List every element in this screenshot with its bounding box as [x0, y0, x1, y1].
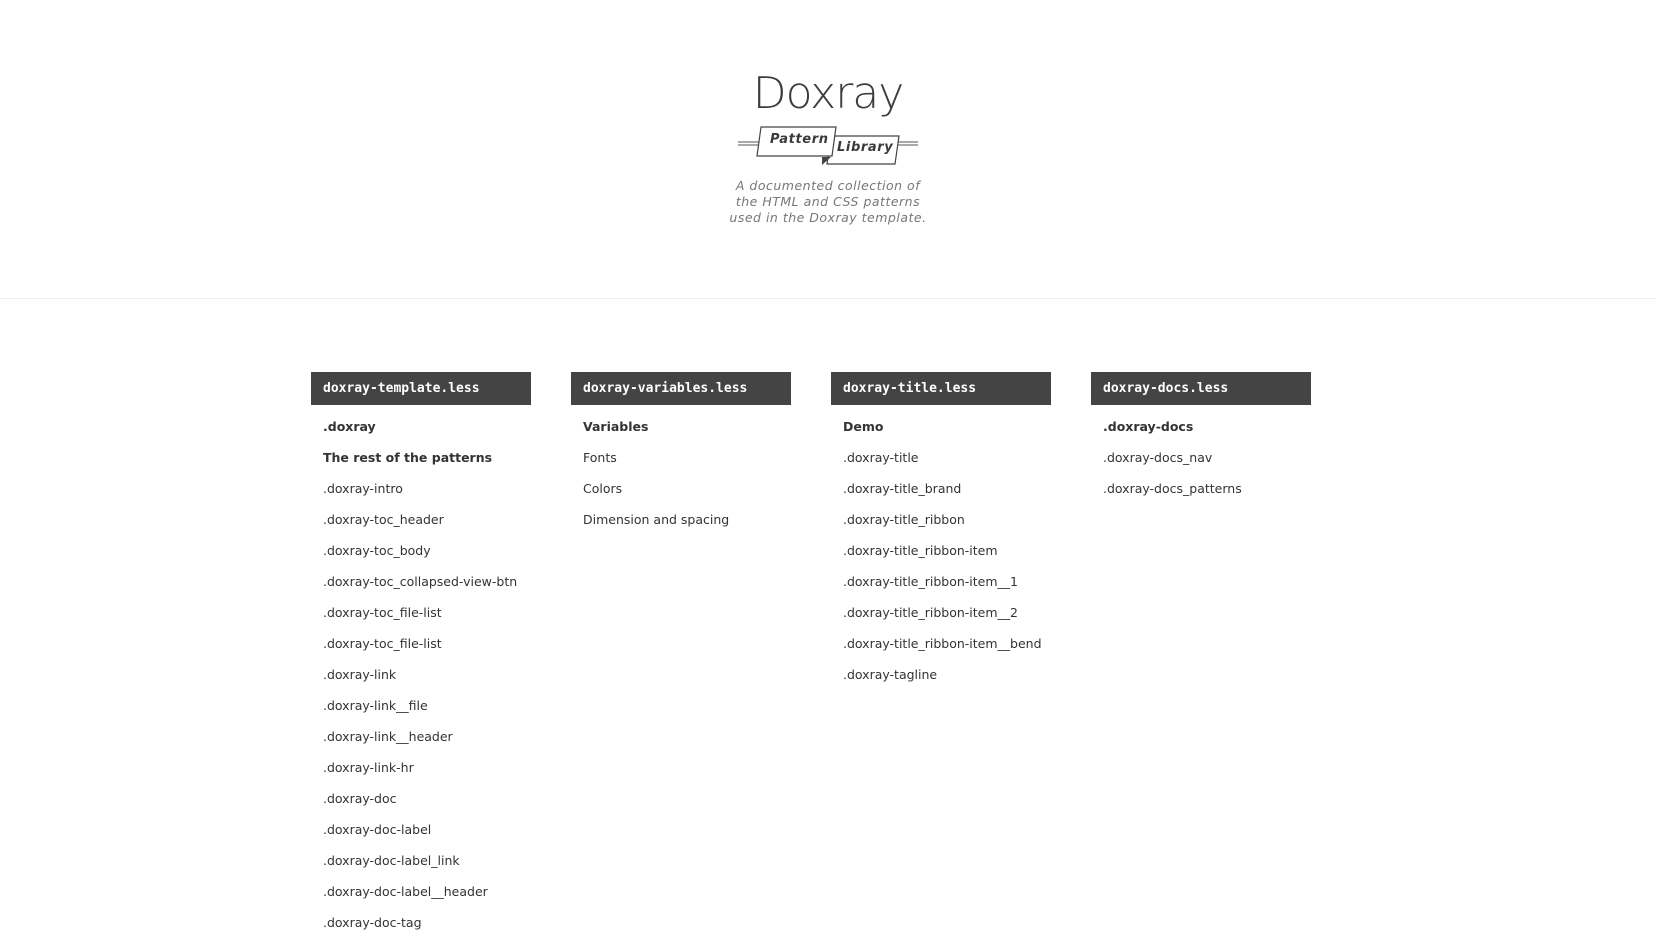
toc-link[interactable]: .doxray-title_ribbon-item__bend: [843, 634, 1051, 665]
toc-link[interactable]: .doxray-doc-tag: [323, 913, 531, 944]
toc-link[interactable]: .doxray-doc-label__header: [323, 882, 531, 913]
toc-link[interactable]: .doxray-title_ribbon-item__1: [843, 572, 1051, 603]
toc-link[interactable]: .doxray-toc_body: [323, 541, 531, 572]
intro-header: Doxray Pattern Library A documented coll…: [0, 0, 1656, 299]
toc-file-list: Demo .doxray-title .doxray-title_brand .…: [831, 405, 1051, 696]
toc-link[interactable]: .doxray-docs: [1103, 417, 1311, 448]
toc-link[interactable]: Demo: [843, 417, 1051, 448]
toc-link[interactable]: .doxray-intro: [323, 479, 531, 510]
toc-link[interactable]: Dimension and spacing: [583, 510, 791, 541]
title-ribbon: Pattern Library: [736, 124, 920, 168]
toc-file-list: Variables Fonts Colors Dimension and spa…: [571, 405, 791, 541]
toc-link[interactable]: .doxray-link: [323, 665, 531, 696]
toc-link[interactable]: .doxray-link-hr: [323, 758, 531, 789]
toc-column-template: doxray-template.less .doxray The rest of…: [311, 372, 531, 944]
toc-link[interactable]: .doxray-title_ribbon-item: [843, 541, 1051, 572]
toc-link[interactable]: Variables: [583, 417, 791, 448]
toc-column-title: doxray-title.less Demo .doxray-title .do…: [831, 372, 1051, 696]
toc-link[interactable]: .doxray: [323, 417, 531, 448]
toc-link[interactable]: .doxray-title_brand: [843, 479, 1051, 510]
toc-link[interactable]: .doxray-doc: [323, 789, 531, 820]
toc-link[interactable]: .doxray-tagline: [843, 665, 1051, 696]
toc-link[interactable]: .doxray-docs_nav: [1103, 448, 1311, 479]
toc-link[interactable]: .doxray-toc_file-list: [323, 634, 531, 665]
brand-title: Doxray: [752, 68, 905, 119]
toc-link[interactable]: .doxray-title_ribbon-item__2: [843, 603, 1051, 634]
toc-link[interactable]: .doxray-title_ribbon: [843, 510, 1051, 541]
toc-link[interactable]: .doxray-title: [843, 448, 1051, 479]
toc-link[interactable]: .doxray-link__file: [323, 696, 531, 727]
tagline: A documented collection of the HTML and …: [729, 178, 927, 225]
toc-link[interactable]: Colors: [583, 479, 791, 510]
toc-link[interactable]: .doxray-toc_collapsed-view-btn: [323, 572, 531, 603]
toc-column-docs: doxray-docs.less .doxray-docs .doxray-do…: [1091, 372, 1311, 510]
toc-file-header[interactable]: doxray-variables.less: [571, 372, 791, 405]
toc-link[interactable]: .doxray-doc-label: [323, 820, 531, 851]
toc-link[interactable]: .doxray-toc_file-list: [323, 603, 531, 634]
toc-link[interactable]: .doxray-toc_header: [323, 510, 531, 541]
toc-file-header[interactable]: doxray-template.less: [311, 372, 531, 405]
toc-link[interactable]: .doxray-doc-label_link: [323, 851, 531, 882]
toc-column-variables: doxray-variables.less Variables Fonts Co…: [571, 372, 791, 541]
toc-link[interactable]: Fonts: [583, 448, 791, 479]
toc-link[interactable]: .doxray-link__header: [323, 727, 531, 758]
toc-file-list: .doxray The rest of the patterns .doxray…: [311, 405, 531, 944]
toc-file-header[interactable]: doxray-docs.less: [1091, 372, 1311, 405]
toc-file-list: .doxray-docs .doxray-docs_nav .doxray-do…: [1091, 405, 1311, 510]
ribbon-item-1: Pattern: [770, 132, 829, 147]
toc-link[interactable]: The rest of the patterns: [323, 448, 531, 479]
toc-file-header[interactable]: doxray-title.less: [831, 372, 1051, 405]
ribbon-item-2: Library: [837, 140, 894, 155]
toc-link[interactable]: .doxray-docs_patterns: [1103, 479, 1311, 510]
